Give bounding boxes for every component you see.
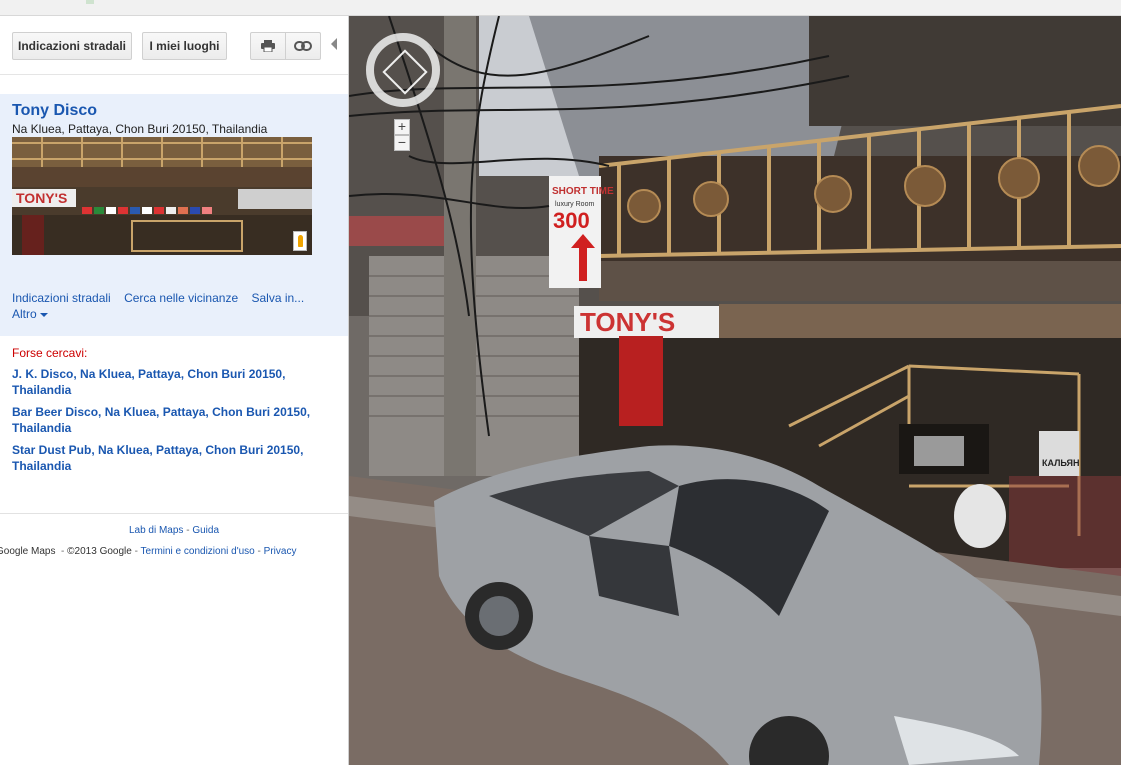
- suggestion-link[interactable]: J. K. Disco, Na Kluea, Pattaya, Chon Bur…: [12, 366, 342, 398]
- action-directions-link[interactable]: Indicazioni stradali: [12, 291, 111, 305]
- zoom-in-button[interactable]: +: [394, 119, 410, 135]
- footer-links: Lab di Maps - Guida: [0, 525, 348, 536]
- street-view-scene: SHORT TIME luxury Room 300 TONY'S КАЛЬЯН: [349, 16, 1121, 765]
- footer-separator: -: [61, 546, 65, 557]
- panel-toolbar: Indicazioni stradali I miei luoghi: [0, 16, 348, 75]
- help-link[interactable]: Guida: [192, 525, 219, 536]
- tonys-sign: TONY'S: [580, 307, 675, 337]
- suggestions-label: Forse cercavi:: [12, 346, 88, 360]
- terms-link[interactable]: Termini e condizioni d'uso: [141, 546, 255, 557]
- navigation-arrows-icon: [382, 49, 428, 95]
- place-result-card: Tony Disco Na Kluea, Pattaya, Chon Buri …: [0, 94, 348, 336]
- action-more-label: Altro: [12, 307, 37, 321]
- zoom-out-button[interactable]: −: [394, 135, 410, 151]
- kalyan-sign: КАЛЬЯН: [1042, 458, 1080, 468]
- place-actions: Indicazioni stradali Cerca nelle vicinan…: [12, 290, 332, 322]
- short-time-sign-sub: luxury Room: [555, 201, 594, 208]
- footer-divider: [0, 513, 348, 514]
- suggestion-link[interactable]: Star Dust Pub, Na Kluea, Pattaya, Chon B…: [12, 442, 342, 474]
- footer-separator: -: [134, 546, 138, 557]
- link-icon: [294, 41, 312, 51]
- footer-copyright: ©2013 Google: [67, 546, 132, 557]
- directions-button[interactable]: Indicazioni stradali: [12, 32, 132, 60]
- action-nearby-link[interactable]: Cerca nelle vicinanze: [124, 291, 238, 305]
- suggestions-section: Forse cercavi: J. K. Disco, Na Kluea, Pa…: [12, 346, 342, 480]
- pegman-icon[interactable]: [293, 231, 307, 251]
- chevron-down-icon: [39, 312, 48, 317]
- print-button[interactable]: [250, 32, 286, 60]
- price-sign: 300: [553, 208, 590, 233]
- left-panel: Indicazioni stradali I miei luoghi Tony …: [0, 16, 349, 765]
- footer-separator: -: [257, 546, 261, 557]
- tab-fragment: [86, 0, 94, 4]
- footer-legal: Google Maps - ©2013 Google - Termini e c…: [0, 546, 348, 557]
- my-places-button[interactable]: I miei luoghi: [142, 32, 227, 60]
- place-title[interactable]: Tony Disco: [12, 102, 97, 120]
- short-time-sign: SHORT TIME: [552, 186, 614, 197]
- collapse-panel-arrow-icon[interactable]: [331, 38, 337, 50]
- action-save-link[interactable]: Salva in...: [251, 291, 304, 305]
- privacy-link[interactable]: Privacy: [264, 546, 297, 557]
- street-view-panorama[interactable]: SHORT TIME luxury Room 300 TONY'S КАЛЬЯН: [349, 16, 1121, 765]
- action-more-link[interactable]: Altro: [12, 307, 48, 321]
- printer-icon: [261, 40, 275, 52]
- thumb-sign-text: TONY'S: [16, 190, 67, 206]
- street-view-thumbnail[interactable]: TONY'S: [12, 137, 312, 255]
- suggestion-link[interactable]: Bar Beer Disco, Na Kluea, Pattaya, Chon …: [12, 404, 342, 436]
- footer-brand: Google Maps: [0, 546, 56, 557]
- pan-control[interactable]: [366, 33, 440, 107]
- footer-separator: -: [186, 525, 190, 536]
- browser-top-strip: [0, 0, 1121, 16]
- link-button[interactable]: [285, 32, 321, 60]
- labs-link[interactable]: Lab di Maps: [129, 525, 183, 536]
- place-address: Na Kluea, Pattaya, Chon Buri 20150, Thai…: [12, 122, 268, 136]
